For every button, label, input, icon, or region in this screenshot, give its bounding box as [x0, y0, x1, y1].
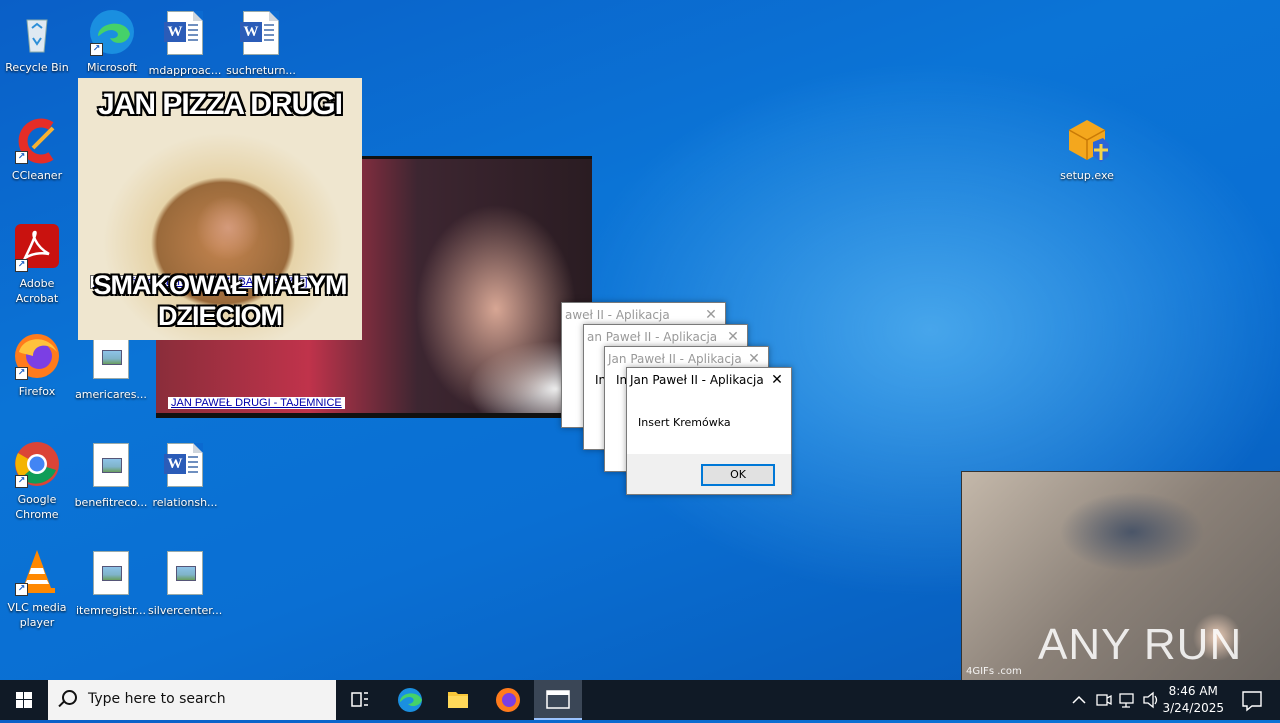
- image-file-icon: [93, 551, 129, 595]
- camera-icon: [1096, 694, 1112, 706]
- desktop-icon-silvercenter[interactable]: silvercenter...: [148, 548, 222, 618]
- image-file-icon: [93, 335, 129, 379]
- desktop-icon-suchreturn[interactable]: W suchreturn...: [224, 8, 298, 78]
- anyrun-watermark: ANY RUN: [1038, 620, 1243, 669]
- edge-icon: [398, 688, 422, 712]
- dialog-titlebar[interactable]: Jan Paweł II - Aplikacja ✕: [627, 368, 791, 392]
- desktop-icon-label: silvercenter...: [148, 604, 223, 617]
- meme-top-text: JAN PIZZA DRUGI: [98, 88, 343, 121]
- windows-logo-icon: [16, 692, 32, 708]
- folder-icon: [448, 692, 468, 708]
- shortcut-arrow-icon: ↗: [15, 367, 28, 380]
- desktop-icon-adobe-acrobat[interactable]: ↗ Adobe Acrobat: [0, 224, 74, 306]
- dialog-message: Insert Kremówka: [638, 416, 731, 429]
- desktop-icon-mdapproach[interactable]: W mdapproac...: [148, 8, 222, 78]
- desktop-icon-label: itemregistr...: [76, 604, 146, 617]
- desktop-icon-google-chrome[interactable]: ↗ Google Chrome: [0, 440, 74, 522]
- desktop-icon-label: CCleaner: [11, 169, 63, 182]
- tray-network[interactable]: [1116, 680, 1138, 720]
- shortcut-arrow-icon: ↗: [15, 475, 28, 488]
- image-file-icon: [93, 443, 129, 487]
- word-document-icon: W: [164, 443, 203, 487]
- word-document-icon: W: [240, 11, 279, 55]
- desktop-icon-recycle-bin[interactable]: Recycle Bin: [0, 8, 74, 75]
- desktop-icon-label: mdapproac...: [148, 64, 222, 77]
- chevron-up-icon: [1072, 695, 1086, 704]
- close-icon[interactable]: ✕: [769, 368, 785, 392]
- taskbar-file-explorer[interactable]: [434, 680, 482, 720]
- desktop-icon-vlc[interactable]: ↗ VLC media player: [0, 548, 74, 630]
- shortcut-arrow-icon: ↗: [15, 151, 28, 164]
- word-document-icon: W: [164, 11, 203, 55]
- desktop-icon-ccleaner[interactable]: ↗ CCleaner: [0, 116, 74, 183]
- desktop-icon-label: Adobe Acrobat: [15, 277, 59, 305]
- pizza-meme-popup[interactable]: JAN PIZZA DRUGI Watykańska gastronomia […: [78, 78, 362, 340]
- taskbar-edge[interactable]: [386, 680, 434, 720]
- desktop-icon-label: suchreturn...: [226, 64, 296, 77]
- recycle-bin-icon: [13, 8, 61, 56]
- desktop-icon-itemregistr[interactable]: itemregistr...: [74, 548, 148, 618]
- edge-icon: ↗: [88, 8, 136, 56]
- taskbar-search-box[interactable]: Type here to search: [48, 680, 336, 720]
- task-view-button[interactable]: [336, 680, 384, 720]
- vlc-cone-icon: ↗: [13, 548, 61, 596]
- notification-icon: [1242, 691, 1262, 712]
- tray-meet-now[interactable]: [1092, 680, 1114, 720]
- search-icon: [62, 690, 77, 705]
- dialog-footer: OK: [627, 454, 791, 494]
- desktop-icon-label: Recycle Bin: [5, 61, 69, 74]
- adobe-acrobat-icon: ↗: [13, 224, 61, 272]
- desktop-icon-label: Google Chrome: [15, 493, 59, 521]
- message-dialog: Jan Paweł II - Aplikacja ✕ Insert Kremów…: [626, 367, 792, 495]
- start-button[interactable]: [0, 680, 48, 720]
- action-center-button[interactable]: [1232, 680, 1272, 720]
- desktop-icon-microsoft-edge[interactable]: ↗ Microsoft Edge: [75, 8, 149, 75]
- ccleaner-icon: ↗: [13, 116, 61, 164]
- desktop-icon-label: Firefox: [18, 385, 56, 398]
- speaker-icon: [1143, 691, 1158, 709]
- chrome-icon: ↗: [13, 440, 61, 488]
- clock-date: 3/24/2025: [1162, 701, 1224, 715]
- desktop-icon-benefitreco[interactable]: benefitreco...: [74, 440, 148, 510]
- desktop-icon-label: VLC media player: [7, 601, 67, 629]
- desktop-icon-americares[interactable]: americares...: [74, 332, 148, 402]
- shortcut-arrow-icon: ↗: [15, 583, 28, 596]
- window-app-icon: [546, 690, 570, 709]
- show-hidden-icons-button[interactable]: [1068, 680, 1090, 720]
- video-popup-link[interactable]: JAN PAWEŁ DRUGI - TAJEMNICE: [168, 397, 345, 409]
- desktop-icon-label: americares...: [75, 388, 147, 401]
- taskbar-clock[interactable]: 8:46 AM 3/24/2025: [1162, 683, 1224, 717]
- search-placeholder: Type here to search: [88, 691, 226, 707]
- desktop-icon-label: benefitreco...: [74, 496, 148, 509]
- tray-volume[interactable]: [1140, 680, 1162, 720]
- task-view-icon: [351, 692, 368, 707]
- desktop-icon-firefox[interactable]: ↗ Firefox: [0, 332, 74, 399]
- taskbar-firefox[interactable]: [484, 680, 532, 720]
- firefox-icon: [496, 688, 520, 712]
- ok-button[interactable]: OK: [701, 464, 775, 486]
- image-file-icon: [167, 551, 203, 595]
- clock-time: 8:46 AM: [1168, 684, 1218, 698]
- gifs-watermark: 4GIFs .com: [966, 666, 1022, 677]
- desktop-icon-label: Microsoft Edge: [86, 61, 138, 74]
- desktop-icon-relationsh[interactable]: W relationsh...: [148, 440, 222, 510]
- meme-bottom-text: SMAKOWAŁ MAŁYM DZIECIOM: [93, 270, 348, 331]
- taskbar-active-app[interactable]: [534, 680, 582, 720]
- installer-box-icon: [1063, 116, 1111, 164]
- shortcut-arrow-icon: ↗: [15, 259, 28, 272]
- firefox-icon: ↗: [13, 332, 61, 380]
- desktop-icon-setup-exe[interactable]: setup.exe: [1050, 116, 1124, 183]
- desktop-icon-label: relationsh...: [152, 496, 218, 509]
- network-icon: [1119, 693, 1134, 708]
- taskbar: Type here to search 8:46 AM 3/24/2025: [0, 680, 1280, 720]
- dialog-title: Jan Paweł II - Aplikacja: [630, 373, 764, 387]
- desktop-icon-label: setup.exe: [1060, 169, 1114, 182]
- gif-popup[interactable]: 4GIFs .com ANY RUN: [961, 471, 1280, 681]
- shortcut-arrow-icon: ↗: [90, 43, 103, 56]
